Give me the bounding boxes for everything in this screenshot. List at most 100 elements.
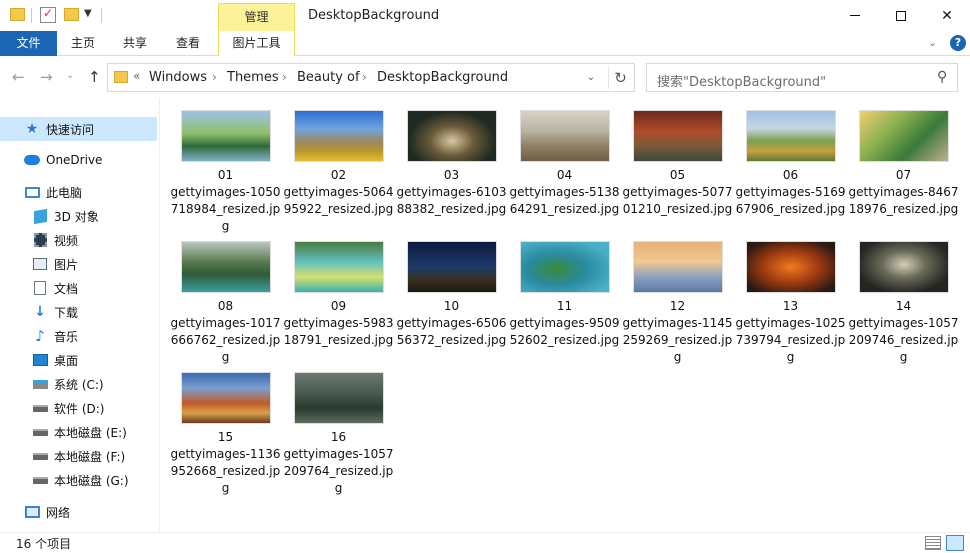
sidebar-item-network[interactable]: 网络 <box>0 500 157 524</box>
breadcrumb-desktop-background[interactable]: DesktopBackground <box>377 70 508 85</box>
refresh-icon[interactable]: ↻ <box>608 67 632 89</box>
file-item[interactable]: 15 gettyimages-1136952668_resized.jpg <box>169 372 282 497</box>
file-name: 01 gettyimages-1050718984_resized.jpg <box>170 168 281 233</box>
help-icon[interactable]: ? <box>950 35 966 51</box>
maximize-button[interactable] <box>878 0 924 31</box>
sidebar-item-label: 本地磁盘 (E:) <box>54 425 127 440</box>
sidebar-item-label: 音乐 <box>54 329 79 344</box>
file-list: 01 gettyimages-1050718984_resized.jpg 02 g… <box>161 98 970 532</box>
tab-picture-tools[interactable]: 图片工具 <box>218 31 295 56</box>
breadcrumb-beauty-of[interactable]: Beauty of <box>297 70 360 85</box>
tab-view[interactable]: 查看 <box>167 31 209 56</box>
file-item[interactable]: 10 gettyimages-650656372_resized.jpg <box>395 241 508 349</box>
sidebar-item-onedrive[interactable]: OneDrive <box>0 148 157 172</box>
maximize-icon <box>896 10 906 21</box>
sidebar-item-3d-objects[interactable]: 3D 对象 <box>0 204 157 228</box>
overflow-chevron-icon[interactable]: « <box>133 69 140 83</box>
image-thumbnail <box>858 241 949 293</box>
file-item[interactable]: 12 gettyimages-1145259269_resized.jpg <box>621 241 734 366</box>
image-thumbnail <box>293 372 384 424</box>
file-item[interactable]: 13 gettyimages-1025739794_resized.jpg <box>734 241 847 366</box>
cloud-icon <box>24 152 40 168</box>
star-icon: ★ <box>25 121 39 137</box>
image-thumbnail <box>858 110 949 162</box>
sidebar-item-drive-e[interactable]: 本地磁盘 (E:) <box>0 420 157 444</box>
sidebar-item-drive-d[interactable]: 软件 (D:) <box>0 396 157 420</box>
sidebar-item-drive-f[interactable]: 本地磁盘 (F:) <box>0 444 157 468</box>
sidebar-item-quick-access[interactable]: ★ 快速访问 <box>0 117 157 141</box>
sidebar-item-pictures[interactable]: 图片 <box>0 252 157 276</box>
tab-share[interactable]: 共享 <box>114 31 156 56</box>
sidebar-item-videos[interactable]: 视频 <box>0 228 157 252</box>
address-dropdown-icon[interactable]: ⌄ <box>579 68 603 88</box>
sidebar-item-music[interactable]: ♪ 音乐 <box>0 324 157 348</box>
up-arrow-icon[interactable]: ↑ <box>88 68 101 86</box>
file-item[interactable]: 14 gettyimages-1057209746_resized.jpg <box>847 241 960 366</box>
file-item[interactable]: 08 gettyimages-1017666762_resized.jpg <box>169 241 282 366</box>
file-name: 13 gettyimages-1025739794_resized.jpg <box>735 299 846 364</box>
tab-home[interactable]: 主页 <box>62 31 104 56</box>
drive-icon <box>32 448 48 464</box>
file-item[interactable]: 02 gettyimages-506495922_resized.jpg <box>282 110 395 218</box>
sidebar-item-label: 下载 <box>54 305 79 320</box>
navigation-pane: ★ 快速访问 OneDrive 此电脑 3D 对象 视频 图片 文档 ↓ 下载 … <box>0 98 160 532</box>
window-title: DesktopBackground <box>308 8 440 23</box>
search-icon[interactable]: ⚲ <box>937 69 947 85</box>
details-view-icon[interactable] <box>925 536 941 550</box>
sidebar-item-downloads[interactable]: ↓ 下载 <box>0 300 157 324</box>
video-icon <box>32 232 48 248</box>
document-icon <box>32 280 48 296</box>
breadcrumb-themes[interactable]: Themes <box>227 70 279 85</box>
breadcrumb-separator-icon[interactable]: › <box>212 70 217 84</box>
recent-locations-chevron-icon[interactable]: ⌄ <box>66 70 74 81</box>
system-drive-icon <box>32 376 48 392</box>
image-thumbnail <box>406 110 497 162</box>
file-name: 08 gettyimages-1017666762_resized.jpg <box>170 299 281 364</box>
breadcrumb-separator-icon[interactable]: › <box>282 70 287 84</box>
large-icons-view-icon[interactable] <box>946 535 964 551</box>
file-item[interactable]: 16 gettyimages-1057209764_resized.jpg <box>282 372 395 497</box>
breadcrumb-separator-icon[interactable]: › <box>362 70 367 84</box>
toolbar-divider <box>31 8 32 23</box>
image-thumbnail <box>745 110 836 162</box>
sidebar-item-label: OneDrive <box>46 153 103 167</box>
close-button[interactable]: ✕ <box>924 0 970 31</box>
image-thumbnail <box>180 372 271 424</box>
file-item[interactable]: 01 gettyimages-1050718984_resized.jpg <box>169 110 282 235</box>
file-item[interactable]: 04 gettyimages-513864291_resized.jpg <box>508 110 621 218</box>
sidebar-item-label: 桌面 <box>54 353 79 368</box>
sidebar-item-drive-c[interactable]: 系统 (C:) <box>0 372 157 396</box>
search-input[interactable]: 搜索"DesktopBackground" ⚲ <box>646 63 958 92</box>
forward-arrow-icon[interactable]: → <box>40 68 53 86</box>
file-name: 12 gettyimages-1145259269_resized.jpg <box>622 299 733 364</box>
sidebar-item-desktop[interactable]: 桌面 <box>0 348 157 372</box>
address-bar[interactable]: « Windows › Themes › Beauty of › Desktop… <box>107 63 635 92</box>
file-item[interactable]: 03 gettyimages-610388382_resized.jpg <box>395 110 508 218</box>
new-folder-icon[interactable] <box>64 8 79 21</box>
expand-ribbon-chevron-icon[interactable]: ⌄ <box>928 36 937 49</box>
file-item[interactable]: 09 gettyimages-598318791_resized.jpg <box>282 241 395 349</box>
title-bar: ▼ 管理 DesktopBackground ✕ <box>0 0 970 31</box>
properties-icon[interactable] <box>40 6 56 23</box>
sidebar-item-drive-g[interactable]: 本地磁盘 (G:) <box>0 468 157 492</box>
folder-icon <box>10 8 25 21</box>
item-count: 16 个项目 <box>16 537 72 551</box>
sidebar-item-documents[interactable]: 文档 <box>0 276 157 300</box>
file-item[interactable]: 06 gettyimages-516967906_resized.jpg <box>734 110 847 218</box>
minimize-icon <box>850 15 860 16</box>
breadcrumb-windows[interactable]: Windows <box>149 70 207 85</box>
back-arrow-icon[interactable]: ← <box>12 68 25 86</box>
tab-file[interactable]: 文件 <box>0 31 57 56</box>
image-thumbnail <box>180 110 271 162</box>
file-name: 05 gettyimages-507701210_resized.jpg <box>622 168 733 216</box>
minimize-button[interactable] <box>832 0 878 31</box>
file-name: 04 gettyimages-513864291_resized.jpg <box>509 168 620 216</box>
file-item[interactable]: 05 gettyimages-507701210_resized.jpg <box>621 110 734 218</box>
customize-toolbar-chevron-icon[interactable]: ▼ <box>84 8 92 19</box>
sidebar-item-label: 快速访问 <box>46 122 95 137</box>
sidebar-item-label: 视频 <box>54 233 79 248</box>
file-item[interactable]: 11 gettyimages-950952602_resized.jpg <box>508 241 621 349</box>
file-item[interactable]: 07 gettyimages-846718976_resized.jpg <box>847 110 960 218</box>
sidebar-item-label: 此电脑 <box>46 185 83 200</box>
sidebar-item-this-pc[interactable]: 此电脑 <box>0 180 157 204</box>
